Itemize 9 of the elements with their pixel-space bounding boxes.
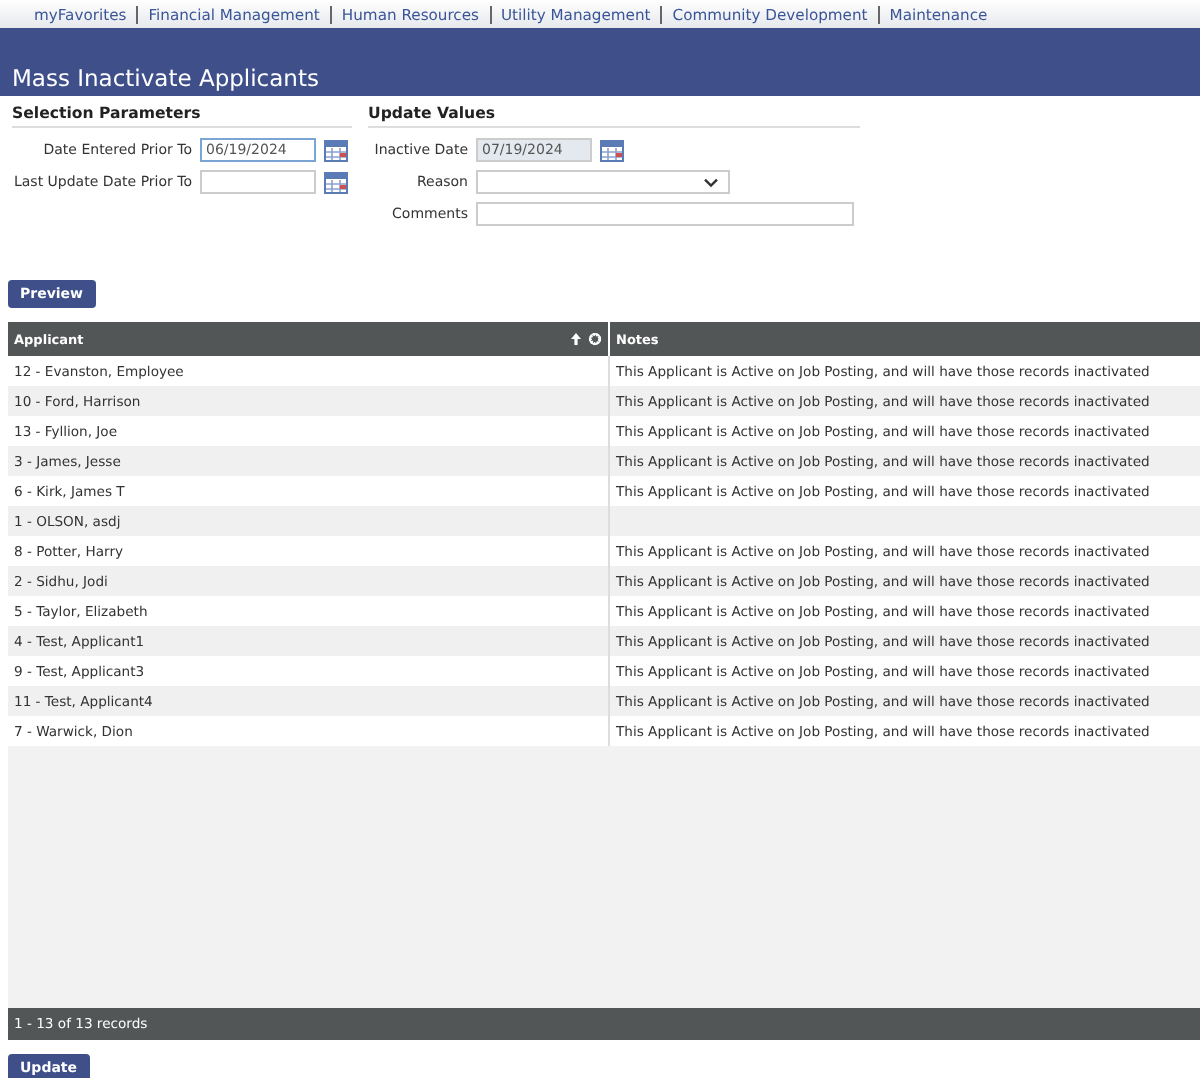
chevron-down-icon — [704, 177, 718, 187]
date-field[interactable] — [200, 170, 316, 194]
page-title: Mass Inactivate Applicants — [12, 64, 319, 92]
gear-icon[interactable] — [588, 332, 602, 346]
arrow-up-icon[interactable] — [570, 332, 582, 346]
calendar-icon[interactable] — [600, 139, 624, 161]
calendar-icon[interactable] — [324, 171, 348, 193]
comments-field[interactable] — [476, 202, 854, 226]
calendar-icon[interactable] — [324, 139, 348, 161]
